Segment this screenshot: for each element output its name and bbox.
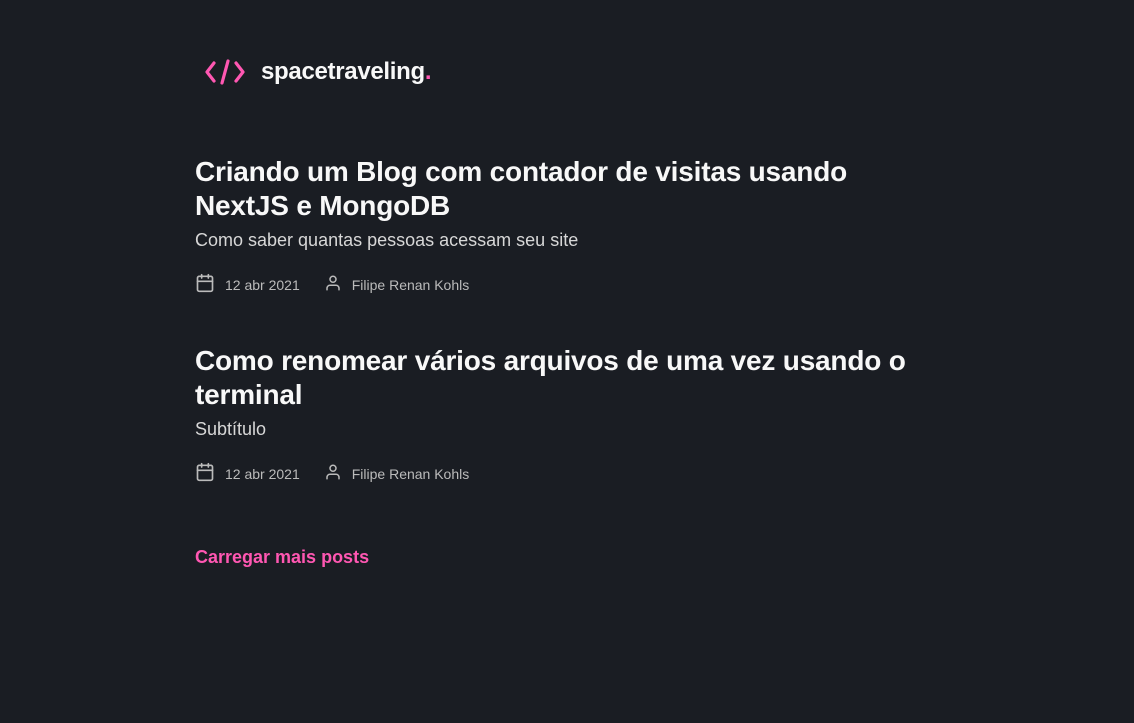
logo-dot: . — [424, 58, 432, 85]
post-title[interactable]: Criando um Blog com contador de visitas … — [195, 155, 935, 223]
post-date: 12 abr 2021 — [195, 273, 300, 296]
load-more-button[interactable]: Carregar mais posts — [195, 547, 369, 568]
post-item[interactable]: Como renomear vários arquivos de uma vez… — [195, 344, 935, 485]
code-brackets-icon — [205, 58, 245, 86]
user-icon — [324, 462, 352, 485]
post-meta: 12 abr 2021 Filipe Renan Kohls — [195, 273, 935, 296]
post-author-text: Filipe Renan Kohls — [351, 465, 470, 482]
post-item[interactable]: Criando um Blog com contador de visitas … — [195, 155, 935, 296]
post-date-text: 12 abr 2021 — [225, 465, 300, 482]
site-header[interactable]: spacetraveling. — [205, 56, 432, 88]
post-meta: 12 abr 2021 Filipe Renan Kohls — [195, 462, 935, 485]
user-icon — [324, 273, 352, 296]
post-title[interactable]: Como renomear vários arquivos de uma vez… — [195, 344, 935, 412]
post-subtitle: Subtítulo — [195, 419, 267, 439]
post-date-text: 12 abr 2021 — [225, 276, 300, 293]
post-author: Filipe Renan Kohls — [324, 273, 470, 296]
post-date: 12 abr 2021 — [195, 462, 300, 485]
post-author: Filipe Renan Kohls — [324, 462, 470, 485]
logo-text: spacetraveling. — [261, 58, 432, 86]
logo-name: spacetraveling — [261, 58, 425, 85]
calendar-icon — [195, 462, 225, 485]
calendar-icon — [195, 273, 225, 296]
post-author-text: Filipe Renan Kohls — [351, 276, 470, 293]
post-subtitle: Como saber quantas pessoas acessam seu s… — [195, 230, 579, 250]
